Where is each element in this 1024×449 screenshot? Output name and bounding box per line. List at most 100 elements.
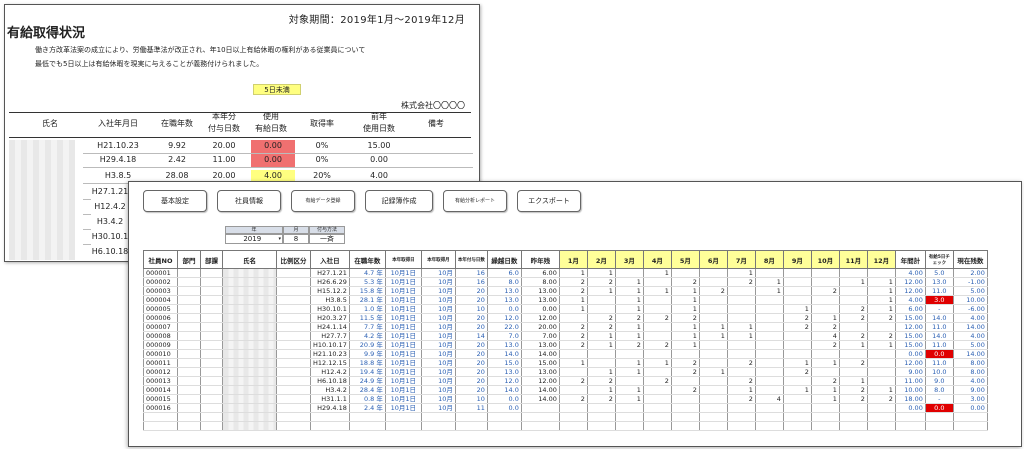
table-cell[interactable]: 12.0 <box>486 376 522 386</box>
table-cell[interactable]: 13.00 <box>520 286 560 296</box>
table-cell[interactable]: 10月 <box>420 394 456 404</box>
month-cell[interactable] <box>698 313 728 323</box>
month-cell[interactable]: 1 <box>614 322 644 332</box>
table-row[interactable]: 000003 H15.12.2 15.8 年 10月1日 10月 20 13.0 13.00 2… <box>143 286 988 296</box>
month-cell[interactable]: 1 <box>698 367 728 377</box>
month-cell[interactable]: 1 <box>586 367 616 377</box>
leave-analysis-report-button[interactable]: 有給分析レポート <box>443 190 507 212</box>
table-cell[interactable]: 20 <box>454 376 488 386</box>
table-cell[interactable]: H27.1.21 <box>310 268 350 278</box>
table-cell[interactable] <box>276 322 311 332</box>
table-cell[interactable]: 10月1日 <box>384 322 422 332</box>
table-cell[interactable] <box>200 304 223 314</box>
month-cell[interactable] <box>614 349 644 359</box>
month-cell[interactable]: 2 <box>670 367 700 377</box>
month-cell[interactable]: 1 <box>642 286 672 296</box>
table-cell[interactable] <box>200 313 223 323</box>
table-cell[interactable] <box>276 304 311 314</box>
table-cell[interactable]: 0.0 <box>486 304 522 314</box>
table-cell[interactable] <box>222 349 277 359</box>
table-cell[interactable]: 14 <box>454 331 488 341</box>
month-cell[interactable] <box>754 331 784 341</box>
month-cell[interactable]: 1 <box>614 295 644 305</box>
month-cell[interactable]: 2 <box>586 277 616 287</box>
month-cell[interactable]: 1 <box>586 331 616 341</box>
table-cell[interactable]: H3.8.5 <box>310 295 350 305</box>
month-cell[interactable] <box>754 358 784 368</box>
month-cell[interactable] <box>810 403 840 413</box>
month-cell[interactable] <box>754 340 784 350</box>
month-cell[interactable]: 1 <box>782 304 812 314</box>
month-cell[interactable]: 1 <box>754 286 784 296</box>
table-cell[interactable]: H31.1.1 <box>310 394 350 404</box>
table-cell[interactable] <box>276 268 311 278</box>
month-cell[interactable] <box>642 277 672 287</box>
month-cell[interactable] <box>782 340 812 350</box>
table-cell[interactable]: 15.0 <box>486 358 522 368</box>
table-cell[interactable]: 10月 <box>420 286 456 296</box>
table-cell[interactable] <box>200 340 223 350</box>
table-cell[interactable] <box>276 385 311 395</box>
table-cell[interactable] <box>177 304 201 314</box>
month-cell[interactable]: 1 <box>670 322 700 332</box>
month-cell[interactable] <box>754 268 784 278</box>
month-cell[interactable]: 1 <box>614 304 644 314</box>
month-cell[interactable]: 1 <box>614 331 644 341</box>
table-cell[interactable]: 10月1日 <box>384 367 422 377</box>
month-cell[interactable] <box>586 295 616 305</box>
month-select[interactable]: 8 <box>283 234 309 244</box>
table-cell[interactable] <box>200 385 223 395</box>
month-cell[interactable] <box>754 295 784 305</box>
month-cell[interactable] <box>782 277 812 287</box>
month-cell[interactable]: 1 <box>782 358 812 368</box>
month-cell[interactable]: 1 <box>782 385 812 395</box>
month-cell[interactable] <box>782 268 812 278</box>
table-cell[interactable] <box>177 403 201 413</box>
month-cell[interactable] <box>586 358 616 368</box>
month-cell[interactable]: 2 <box>810 286 840 296</box>
month-cell[interactable] <box>810 277 840 287</box>
table-cell[interactable] <box>177 331 201 341</box>
month-cell[interactable]: 1 <box>698 322 728 332</box>
table-cell[interactable]: 8.0 <box>486 277 522 287</box>
month-cell[interactable]: 2 <box>614 313 644 323</box>
table-row[interactable]: 000001 H27.1.21 4.7 年 10月1日 10月 16 6.0 6.00 1 1 1 1… <box>143 268 988 278</box>
table-cell[interactable]: 20 <box>454 295 488 305</box>
year-select[interactable]: 2019 ▾ <box>225 234 283 244</box>
month-cell[interactable]: 2 <box>782 322 812 332</box>
month-cell[interactable]: 1 <box>866 304 896 314</box>
table-cell[interactable] <box>177 268 201 278</box>
month-cell[interactable]: 2 <box>670 313 700 323</box>
table-row[interactable]: 000008 H27.7.7 4.2 年 10月1日 10月 14 7.0 7.00 2 1 1 1 1… <box>143 331 988 341</box>
month-cell[interactable]: 1 <box>614 394 644 404</box>
table-cell[interactable]: 000014 <box>143 385 178 395</box>
month-cell[interactable]: 1 <box>614 358 644 368</box>
month-cell[interactable] <box>782 349 812 359</box>
month-cell[interactable]: 1 <box>558 268 588 278</box>
month-cell[interactable] <box>754 367 784 377</box>
table-cell[interactable]: H27.7.7 <box>310 331 350 341</box>
table-cell[interactable]: 14.00 <box>520 349 560 359</box>
month-cell[interactable]: 1 <box>558 304 588 314</box>
month-cell[interactable] <box>782 286 812 296</box>
month-cell[interactable] <box>698 349 728 359</box>
month-cell[interactable]: 2 <box>558 394 588 404</box>
month-cell[interactable] <box>642 385 672 395</box>
month-cell[interactable] <box>726 304 756 314</box>
table-cell[interactable]: H20.3.27 <box>310 313 350 323</box>
month-cell[interactable]: 1 <box>670 304 700 314</box>
table-cell[interactable] <box>200 331 223 341</box>
table-cell[interactable] <box>177 385 201 395</box>
month-cell[interactable]: 2 <box>558 340 588 350</box>
month-cell[interactable]: 1 <box>614 385 644 395</box>
month-cell[interactable]: 1 <box>586 385 616 395</box>
month-cell[interactable] <box>642 304 672 314</box>
table-cell[interactable]: 11.5 年 <box>348 313 386 323</box>
table-cell[interactable]: 0.0 <box>486 394 522 404</box>
table-cell[interactable] <box>276 331 311 341</box>
table-cell[interactable]: 13.00 <box>520 340 560 350</box>
table-cell[interactable] <box>222 340 277 350</box>
table-cell[interactable]: H10.10.17 <box>310 340 350 350</box>
table-cell[interactable] <box>200 358 223 368</box>
table-cell[interactable]: 20 <box>454 349 488 359</box>
